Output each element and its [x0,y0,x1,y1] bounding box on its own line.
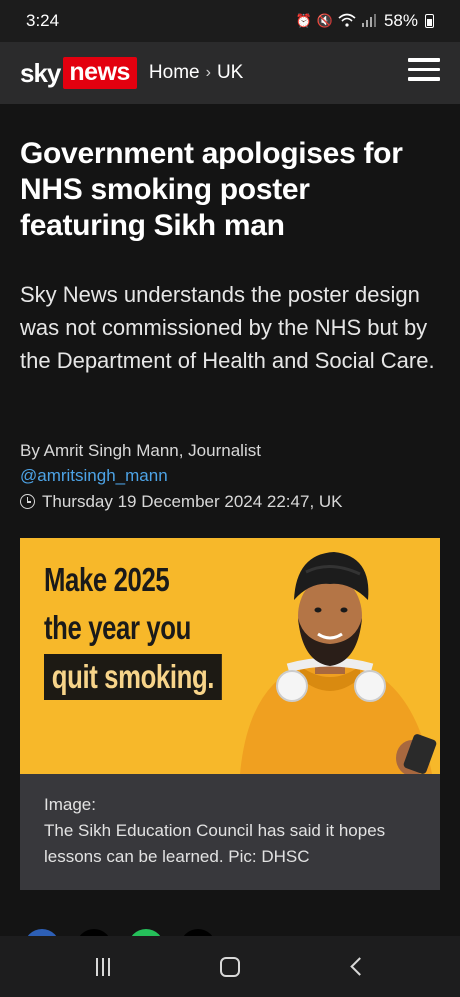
poster-text: Make 2025 the year you quit smoking. [44,556,222,701]
image-caption: Image: The Sikh Education Council has sa… [20,774,440,890]
recent-apps-button[interactable] [73,947,133,987]
poster-line-1: Make 2025 [44,561,170,598]
clock-icon [20,494,35,509]
caption-text: The Sikh Education Council has said it h… [44,821,386,866]
breadcrumb-separator: › [205,64,211,81]
recent-apps-icon [96,957,111,976]
home-button[interactable] [200,947,260,987]
breadcrumb-home[interactable]: Home [149,62,200,84]
status-time: 3:24 [26,11,60,30]
article-timestamp: Thursday 19 December 2024 22:47, UK [42,492,343,511]
article-image[interactable]: Make 2025 the year you quit smoking. [20,538,440,774]
logo-news-text: news [63,57,137,89]
status-bar: 3:24 ⏰ 🔇 58% [0,0,460,42]
status-right: ⏰ 🔇 58% [296,11,434,31]
poster-line-3: quit smoking. [44,654,222,700]
dateline: Thursday 19 December 2024 22:47, UK [20,489,440,514]
logo-sky-text: sky [20,57,61,88]
poster-person-illustration [240,552,437,774]
alarm-icon: ⏰ [295,13,312,28]
breadcrumb-uk[interactable]: UK [217,62,243,84]
signal-icon [361,13,377,30]
battery-percent: 58% [383,11,418,30]
byline-author: By Amrit Singh Mann, Journalist [20,441,261,460]
menu-icon[interactable] [408,58,440,84]
article-headline: Government apologises for NHS smoking po… [20,137,403,242]
page: 3:24 ⏰ 🔇 58% sky news Home › UK Governme… [0,0,460,997]
sky-news-logo[interactable]: sky news [20,57,137,89]
battery-icon [425,14,434,28]
mute-icon: 🔇 [316,13,333,28]
system-nav-bar [0,936,460,997]
back-icon [350,957,369,976]
byline-block: By Amrit Singh Mann, Journalist @amritsi… [20,438,440,514]
poster-line-2: the year you [44,609,191,646]
breadcrumb: Home › UK [149,62,243,84]
site-header: sky news Home › UK [0,42,460,104]
status-icons: ⏰ 🔇 [296,13,377,30]
caption-label: Image: [44,795,96,814]
home-icon [219,956,240,977]
author-handle-link[interactable]: @amritsingh_mann [20,463,440,488]
wifi-icon [338,13,356,30]
article-standfirst: Sky News understands the poster design w… [20,282,435,373]
back-button[interactable] [327,947,387,987]
